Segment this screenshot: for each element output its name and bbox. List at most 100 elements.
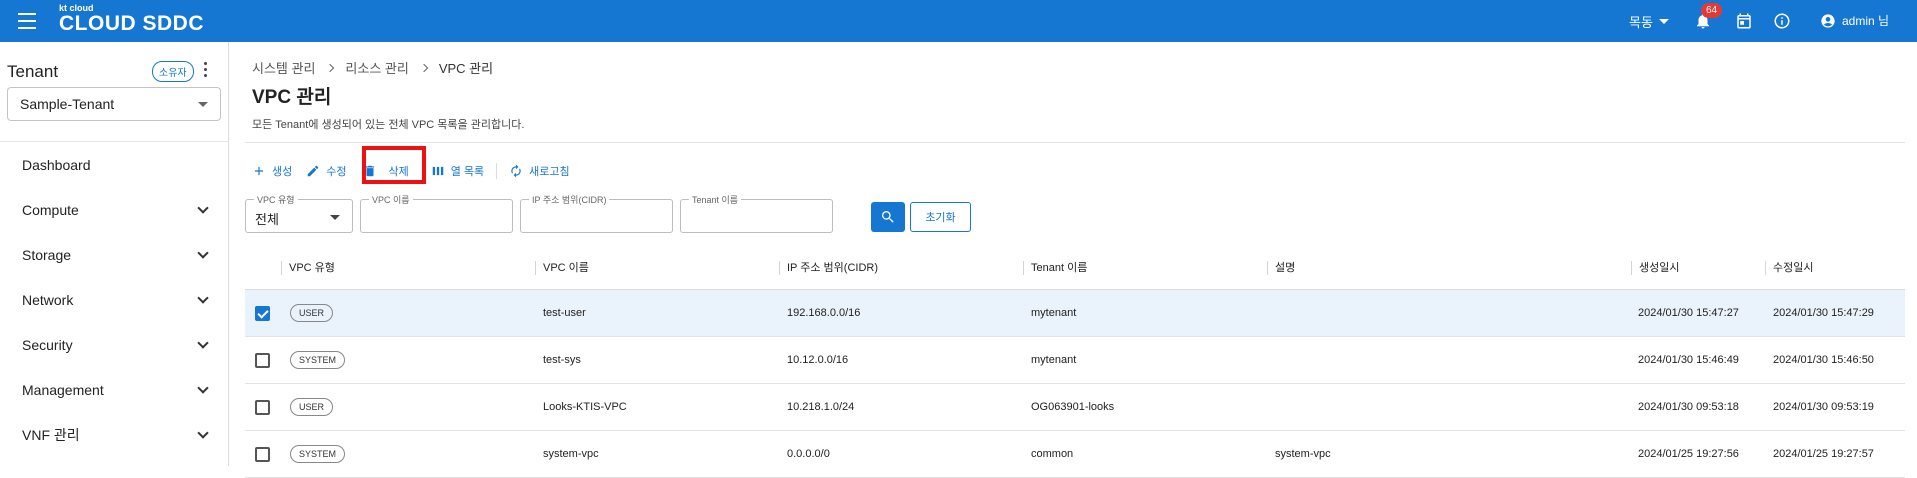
columns-button[interactable]: 열 목록 [431, 163, 484, 179]
column-header[interactable]: VPC 유형 [281, 245, 335, 289]
page-description: 모든 Tenant에 생성되어 있는 전체 VPC 목록을 관리합니다. [252, 119, 525, 131]
delete-highlight-box [362, 146, 426, 184]
cidr-cell: 10.218.1.0/24 [787, 401, 855, 413]
tenant-name-input[interactable]: Tenant 이름 [680, 193, 833, 233]
column-header[interactable]: 수정일시 [1765, 245, 1813, 289]
updated-cell: 2024/01/30 15:46:50 [1773, 354, 1874, 366]
cidr-input[interactable]: IP 주소 범위(CIDR) [520, 193, 673, 233]
refresh-label: 새로고침 [529, 166, 570, 178]
vpc-name-cell: Looks-KTIS-VPC [543, 401, 627, 413]
tenant-cell: mytenant [1031, 307, 1077, 319]
more-vert-icon[interactable] [204, 62, 208, 78]
sidebar-item-compute[interactable]: Compute [0, 187, 229, 232]
cidr-cell: 192.168.0.0/16 [787, 307, 861, 319]
row-checkbox[interactable] [255, 305, 270, 321]
chevron-down-icon [197, 381, 209, 394]
create-button[interactable]: 생성 [252, 163, 292, 179]
account-icon [1821, 13, 1835, 28]
table-row[interactable]: USER test-user 192.168.0.0/16 mytenant 2… [245, 290, 1905, 337]
row-checkbox[interactable] [255, 446, 270, 462]
table-row[interactable]: USER Looks-KTIS-VPC 10.218.1.0/24 OG0639… [245, 384, 1905, 431]
sidebar-item-network[interactable]: Network [0, 277, 229, 322]
sidebar-item-dashboard[interactable]: Dashboard [0, 142, 229, 187]
owner-badge: 소유자 [152, 61, 194, 82]
sidebar-item-label: Network [22, 291, 74, 308]
vpc-type-tag: SYSTEM [290, 351, 346, 369]
created-cell: 2024/01/25 19:27:56 [1638, 448, 1739, 460]
refresh-icon [511, 164, 521, 178]
column-header[interactable]: 생성일시 [1631, 245, 1679, 289]
columns-icon [432, 166, 443, 176]
breadcrumb-current: VPC 관리 [438, 61, 494, 76]
tenant-name-label: Tenant 이름 [689, 193, 742, 206]
chevron-down-icon [197, 291, 209, 304]
table-header: VPC 유형 VPC 이름 IP 주소 범위(CIDR) Tenant 이름 설… [245, 245, 1905, 290]
chevron-down-icon [197, 336, 209, 349]
row-checkbox[interactable] [255, 352, 270, 368]
description-cell: system-vpc [1275, 448, 1331, 460]
search-button[interactable] [871, 202, 905, 232]
caret-down-icon [330, 215, 340, 220]
vpc-type-select[interactable]: VPC 유형 전체 [245, 193, 353, 233]
vpc-type-tag: USER [290, 398, 334, 416]
logo[interactable]: kt cloud CLOUD SDDC [59, 3, 204, 35]
notification-badge: 64 [1701, 3, 1723, 18]
divider [245, 142, 1905, 143]
caret-down-icon [1658, 19, 1669, 24]
chevron-down-icon [197, 426, 209, 439]
tenant-title: Tenant [7, 62, 59, 81]
vpc-name-input[interactable]: VPC 이름 [360, 193, 513, 233]
table-row[interactable]: SYSTEM system-vpc 0.0.0.0/0 common syste… [245, 431, 1905, 478]
tenant-cell: common [1031, 448, 1074, 460]
vpc-name-cell: test-sys [543, 354, 581, 366]
vpc-type-label: VPC 유형 [254, 193, 298, 206]
region-selector[interactable]: 목동 [1629, 12, 1669, 31]
menu-icon[interactable] [18, 13, 36, 29]
sidebar-item-label: Security [22, 336, 73, 353]
chevron-right-icon [326, 63, 335, 72]
refresh-button[interactable]: 새로고침 [509, 163, 570, 179]
breadcrumb-item[interactable]: 리소스 관리 [345, 58, 408, 77]
vpc-type-tag: SYSTEM [290, 445, 346, 463]
tenant-select[interactable]: Sample-Tenant [7, 87, 221, 121]
user-menu[interactable]: admin 님 [1820, 12, 1889, 29]
page-title: VPC 관리 [252, 87, 332, 108]
top-bar: kt cloud CLOUD SDDC 목동 64 admin 님 [0, 0, 1917, 42]
column-header[interactable]: 설명 [1267, 245, 1295, 289]
breadcrumb: 시스템 관리 리소스 관리 VPC 관리 [252, 58, 493, 77]
region-label: 목동 [1629, 15, 1653, 30]
column-header[interactable]: IP 주소 범위(CIDR) [779, 245, 878, 289]
create-label: 생성 [272, 166, 293, 178]
cidr-label: IP 주소 범위(CIDR) [529, 193, 610, 206]
updated-cell: 2024/01/30 15:47:29 [1773, 307, 1874, 319]
edit-button[interactable]: 수정 [306, 163, 347, 179]
updated-cell: 2024/01/25 19:27:57 [1773, 448, 1874, 460]
sidebar-item-vnf[interactable]: VNF 관리 [0, 412, 229, 457]
chevron-down-icon [197, 246, 209, 259]
sidebar-item-security[interactable]: Security [0, 322, 229, 367]
sidebar-item-management[interactable]: Management [0, 367, 229, 412]
chevron-down-icon [197, 201, 209, 214]
tenant-cell: OG063901-looks [1031, 401, 1115, 413]
table-row[interactable]: SYSTEM test-sys 10.12.0.0/16 mytenant 20… [245, 337, 1905, 384]
updated-cell: 2024/01/30 09:53:19 [1773, 401, 1874, 413]
chevron-right-icon [419, 63, 429, 72]
sidebar-item-label: Dashboard [22, 156, 91, 173]
tenant-select-value: Sample-Tenant [20, 96, 115, 112]
reset-button[interactable]: 초기화 [910, 202, 971, 232]
column-header[interactable]: Tenant 이름 [1023, 245, 1087, 289]
column-header[interactable]: VPC 이름 [535, 245, 589, 289]
created-cell: 2024/01/30 15:46:49 [1638, 354, 1739, 366]
toolbar-divider [496, 163, 498, 179]
vpc-table: VPC 유형 VPC 이름 IP 주소 범위(CIDR) Tenant 이름 설… [245, 245, 1905, 478]
sidebar-item-label: VNF 관리 [22, 426, 80, 443]
row-checkbox[interactable] [255, 399, 270, 415]
info-icon[interactable] [1773, 12, 1791, 30]
sidebar-item-label: Storage [22, 246, 72, 263]
sidebar-item-storage[interactable]: Storage [0, 232, 229, 277]
breadcrumb-item[interactable]: 시스템 관리 [252, 58, 315, 77]
pencil-icon [308, 165, 319, 177]
calendar-icon[interactable] [1735, 12, 1753, 30]
logo-brand: CLOUD SDDC [59, 12, 204, 35]
sidebar-item-label: Compute [22, 201, 79, 218]
